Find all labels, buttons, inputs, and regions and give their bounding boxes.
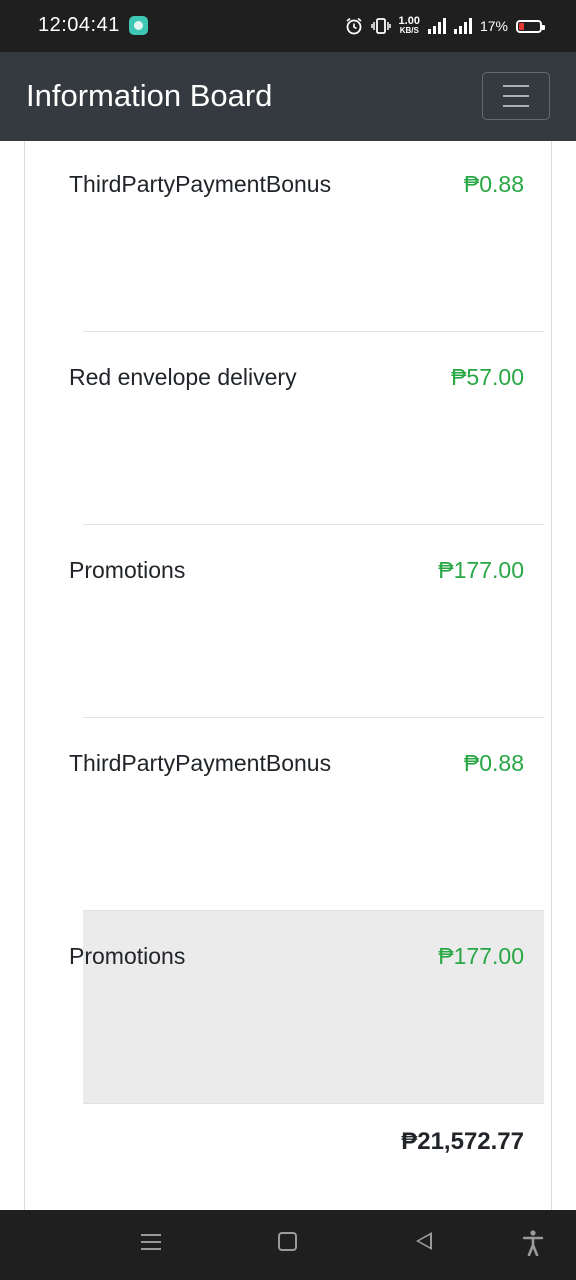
signal-strength-icon	[427, 18, 446, 34]
content-area[interactable]: ThirdPartyPaymentBonus ₱0.88 Red envelop…	[0, 141, 576, 1210]
network-speed-unit: KB/S	[399, 26, 419, 35]
transaction-description: Promotions	[69, 557, 186, 583]
signal-strength-icon-2	[453, 18, 472, 34]
status-time: 12:04:41	[38, 14, 120, 36]
alarm-icon	[346, 17, 362, 35]
transactions-card: ThirdPartyPaymentBonus ₱0.88 Red envelop…	[24, 141, 552, 1210]
network-speed: 1.00 KB/S	[399, 16, 420, 36]
total-amount: ₱21,572.77	[401, 1128, 524, 1155]
battery-icon	[516, 19, 545, 33]
total-row: ₱21,572.77	[83, 1103, 544, 1183]
home-icon[interactable]	[278, 1232, 297, 1251]
transaction-amount: ₱0.88	[463, 171, 524, 197]
battery-percent: 17%	[479, 18, 508, 34]
back-icon[interactable]	[416, 1232, 432, 1250]
chat-app-notification-icon	[129, 16, 148, 35]
transaction-amount: ₱177.00	[438, 943, 524, 969]
status-indicators: 1.00 KB/S 17%	[345, 12, 545, 40]
transaction-list: ThirdPartyPaymentBonus ₱0.88 Red envelop…	[69, 141, 544, 1183]
hamburger-menu-icon[interactable]	[482, 72, 550, 120]
transaction-description: ThirdPartyPaymentBonus	[69, 171, 332, 197]
transaction-amount: ₱177.00	[438, 557, 524, 583]
system-navigation-bar	[0, 1210, 576, 1280]
page-title: Information Board	[26, 78, 273, 113]
transaction-row-active[interactable]: Promotions ₱177.00	[69, 910, 544, 1103]
transaction-row[interactable]: Promotions ₱177.00	[69, 524, 544, 717]
status-bar: 12:04:41 1.00 KB/S 17%	[0, 0, 576, 52]
vibrate-icon	[370, 18, 391, 34]
transaction-row[interactable]: ThirdPartyPaymentBonus ₱0.88	[69, 141, 544, 331]
transaction-row[interactable]: ThirdPartyPaymentBonus ₱0.88	[69, 717, 544, 910]
transaction-description: ThirdPartyPaymentBonus	[69, 750, 332, 776]
menu-icon[interactable]	[141, 1232, 161, 1252]
transaction-row[interactable]: Red envelope delivery ₱57.00	[69, 331, 544, 524]
network-speed-value: 1.00	[398, 15, 420, 27]
transaction-description: Promotions	[69, 943, 186, 969]
transaction-amount: ₱57.00	[451, 364, 524, 390]
transaction-description: Red envelope delivery	[69, 364, 297, 390]
transaction-amount: ₱0.88	[463, 750, 524, 776]
top-navbar: Information Board	[0, 52, 576, 141]
accessibility-icon[interactable]	[522, 1230, 544, 1256]
horizontal-scroll-clip	[25, 141, 58, 1210]
